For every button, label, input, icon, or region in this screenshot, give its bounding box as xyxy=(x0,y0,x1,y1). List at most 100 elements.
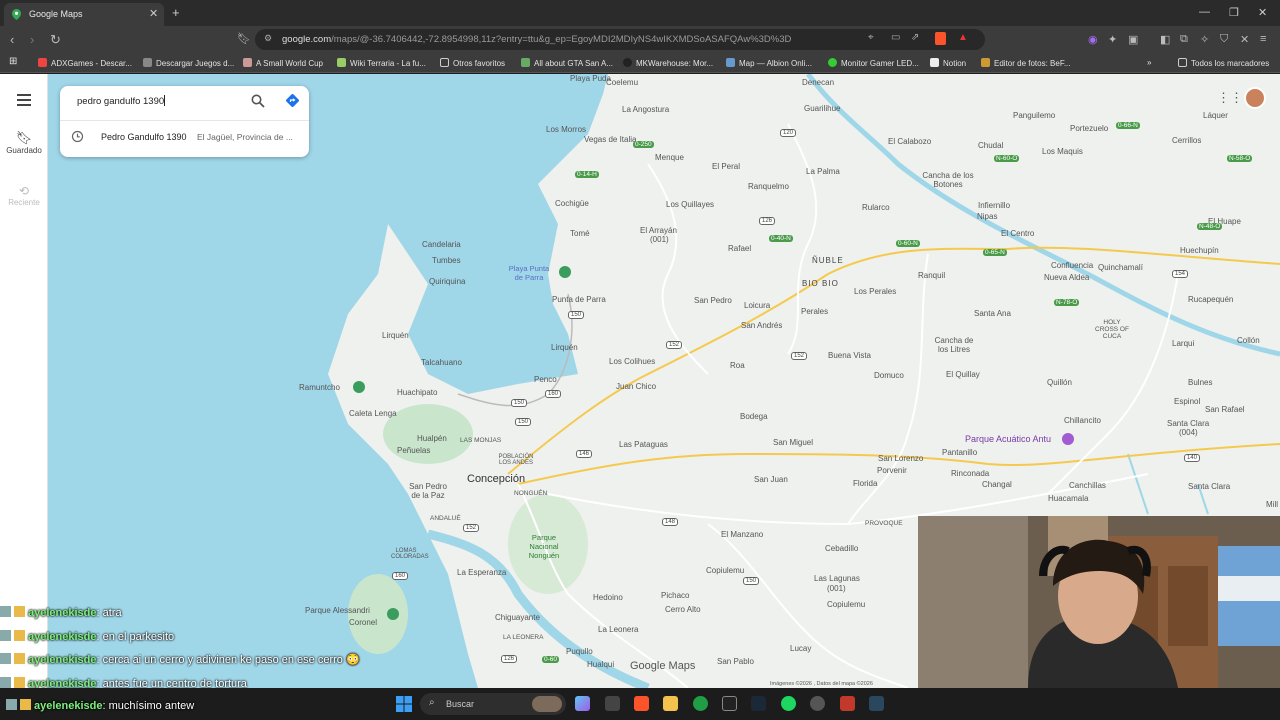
place-label[interactable]: LAS MONJAS xyxy=(460,437,501,444)
place-label[interactable]: Nueva Aldea xyxy=(1044,273,1089,282)
place-label[interactable]: Cancha de los Litres xyxy=(934,336,974,354)
route-number[interactable]: 152 xyxy=(666,341,683,349)
place-label[interactable]: Larqui xyxy=(1172,339,1194,348)
route-shield[interactable]: N-78-O xyxy=(1054,299,1080,306)
account-avatar[interactable] xyxy=(1244,87,1266,109)
extension-1-icon[interactable]: ◉ xyxy=(1088,33,1098,46)
place-label[interactable]: Ranquelmo xyxy=(748,182,789,191)
place-label[interactable]: Santa Ana xyxy=(974,309,1011,318)
recent-button[interactable]: ⟲ Reciente xyxy=(0,184,48,207)
place-label[interactable]: LOMAS COLORADAS xyxy=(391,548,429,560)
beach-label[interactable]: Playa Punta de Parra xyxy=(504,264,554,282)
directions-icon[interactable] xyxy=(285,93,300,108)
place-label[interactable]: Rinconada xyxy=(951,469,989,478)
close-tab-icon[interactable]: ✕ xyxy=(149,7,158,20)
close-window-icon[interactable]: ✕ xyxy=(1258,6,1267,19)
vpn-icon[interactable]: ⛉ xyxy=(1220,33,1228,46)
reading-list-icon[interactable]: ⧉ xyxy=(1180,33,1188,46)
place-label[interactable]: ANDALUÉ xyxy=(430,515,461,522)
beach-pin-icon[interactable] xyxy=(353,381,365,393)
park-pin-icon[interactable] xyxy=(387,608,399,620)
file-explorer-icon[interactable] xyxy=(663,696,678,711)
place-label[interactable]: Guarilihue xyxy=(804,104,840,113)
place-label[interactable]: Los Morros xyxy=(546,125,586,134)
route-shield[interactable]: 0-40-N xyxy=(769,235,793,242)
route-shield[interactable]: N-60-O xyxy=(994,155,1020,162)
place-label[interactable]: Caleta Lenga xyxy=(349,409,397,418)
place-label[interactable]: Santa Clara xyxy=(1188,482,1230,491)
place-label[interactable]: Penco xyxy=(534,375,557,384)
place-label[interactable]: Láquer xyxy=(1203,111,1228,120)
bookmark-item[interactable]: Editor de fotos: BeF... xyxy=(981,58,1070,68)
place-label[interactable]: Cochigüe xyxy=(555,199,589,208)
place-label[interactable]: HOLY CROSS OF CUCA xyxy=(1092,319,1132,340)
place-label[interactable]: San Andrés xyxy=(741,321,782,330)
place-label[interactable]: Nipas xyxy=(977,212,997,221)
route-number[interactable]: 150 xyxy=(515,418,532,426)
taskbar-search[interactable]: ⌕ Buscar xyxy=(420,693,566,715)
place-label[interactable]: San Lorenzo xyxy=(878,454,923,463)
route-shield[interactable]: 0-60 xyxy=(542,656,560,663)
bookmark-item[interactable]: Descargar Juegos d... xyxy=(143,58,234,68)
poi-label[interactable]: Parque Acuático Antu xyxy=(965,434,1051,444)
place-label[interactable]: (001) xyxy=(827,584,846,593)
back-icon[interactable]: ‹ xyxy=(10,32,14,47)
place-label[interactable]: El Arrayán xyxy=(640,226,677,235)
steam-icon[interactable] xyxy=(751,696,766,711)
place-label[interactable]: Hualpén xyxy=(417,434,447,443)
google-apps-icon[interactable]: ⋮⋮ xyxy=(1217,90,1243,106)
place-label[interactable]: Bodega xyxy=(740,412,768,421)
route-shield[interactable]: 0-250 xyxy=(633,141,654,148)
place-label[interactable]: Playa Puda xyxy=(570,74,611,83)
place-label[interactable]: Peñuelas xyxy=(397,446,430,455)
route-number[interactable]: 150 xyxy=(743,577,760,585)
place-label[interactable]: San Pedro de la Paz xyxy=(408,482,448,500)
place-label[interactable]: Cebadillo xyxy=(825,544,858,553)
route-number[interactable]: 152 xyxy=(463,524,480,532)
place-label[interactable]: Cerro Alto xyxy=(665,605,701,614)
place-label[interactable]: Los Maquis xyxy=(1042,147,1083,156)
extensions-icon[interactable]: ✦ xyxy=(1108,33,1117,46)
place-label[interactable]: Infiernillo xyxy=(978,201,1010,210)
wallet-icon[interactable]: ▣ xyxy=(1128,33,1138,46)
map-attribution[interactable]: Imágenes ©2026 , Datos del mapa ©2026 xyxy=(770,681,873,687)
place-label[interactable]: Florida xyxy=(853,479,877,488)
address-bar[interactable]: ⚙ google.com/maps/@-36.7406442,-72.89549… xyxy=(255,29,985,50)
app-icon[interactable] xyxy=(840,696,855,711)
tab-google-maps[interactable]: Google Maps ✕ xyxy=(4,3,164,26)
place-label[interactable]: La Palma xyxy=(806,167,840,176)
app-icon[interactable] xyxy=(605,696,620,711)
site-info-icon[interactable]: ⚙ xyxy=(264,33,272,44)
menu-icon[interactable]: ≡ xyxy=(1260,33,1266,45)
place-label[interactable]: El Peral xyxy=(712,162,740,171)
place-label[interactable]: Pichaco xyxy=(661,591,689,600)
place-label[interactable]: Las Lagunas xyxy=(814,574,860,583)
bookmark-item[interactable]: Map — Albion Onli... xyxy=(726,58,812,68)
place-label[interactable]: Domuco xyxy=(874,371,904,380)
place-label[interactable]: Canchillas xyxy=(1069,481,1106,490)
reload-icon[interactable]: ↻ xyxy=(50,32,61,48)
route-number[interactable]: 160 xyxy=(392,572,409,580)
epic-games-icon[interactable] xyxy=(722,696,737,711)
bookmark-item[interactable]: A Small World Cup xyxy=(243,58,323,68)
saved-button[interactable]: 🔖︎ Guardado xyxy=(0,130,48,155)
route-number[interactable]: 152 xyxy=(791,352,808,360)
place-label[interactable]: Santa Clara xyxy=(1167,419,1209,428)
place-label[interactable]: Lirquén xyxy=(551,343,578,352)
place-label[interactable]: Collón xyxy=(1237,336,1260,345)
bookmark-item[interactable]: Notion xyxy=(930,58,966,68)
place-label[interactable]: Panguilemo xyxy=(1013,111,1055,120)
place-label[interactable]: Confluencia xyxy=(1051,261,1093,270)
place-label[interactable]: Los Perales xyxy=(854,287,896,296)
route-number[interactable]: 154 xyxy=(1172,270,1189,278)
place-label[interactable]: Quiriquina xyxy=(429,277,465,286)
place-label[interactable]: Candelaria xyxy=(422,240,461,249)
route-number[interactable]: 140 xyxy=(1184,454,1201,462)
copilot-icon[interactable] xyxy=(575,696,590,711)
place-label[interactable]: Quillón xyxy=(1047,378,1072,387)
beach-pin-icon[interactable] xyxy=(559,266,571,278)
route-shield[interactable]: 0-66-N xyxy=(1116,122,1140,129)
city-label[interactable]: Concepción xyxy=(467,473,525,485)
bookmark-item[interactable]: MKWarehouse: Mor... xyxy=(623,58,713,68)
route-number[interactable]: 150 xyxy=(568,311,585,319)
